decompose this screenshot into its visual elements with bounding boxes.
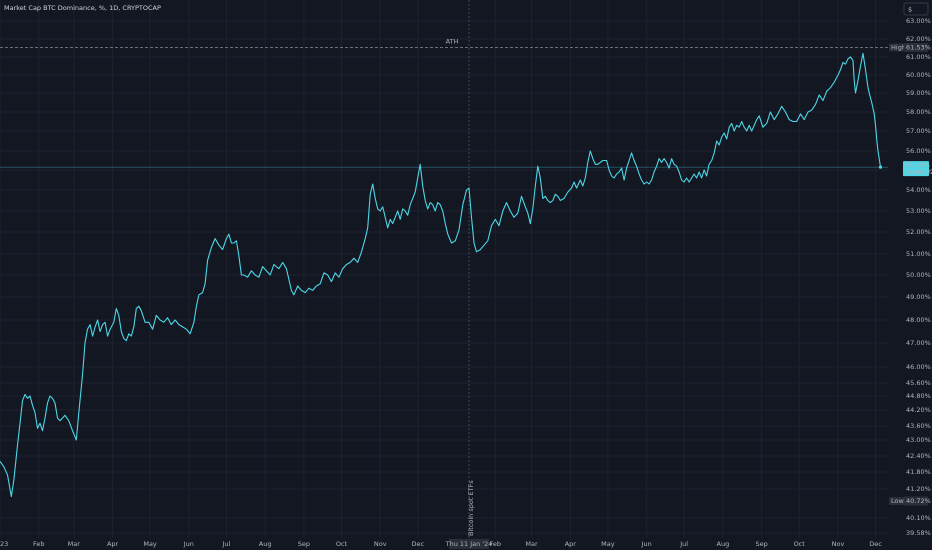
y-tick-label: 46.00%	[906, 363, 931, 371]
y-tick-label: 62.00%	[906, 35, 931, 43]
price-axis[interactable]: 63.00% 62.00% 61.00% 60.00% 59.00% 58.00% 57.0…	[906, 17, 931, 537]
crosshair-date-label: Thu 11 Jan '24	[445, 540, 493, 548]
y-tick-label: 53.00%	[906, 207, 931, 215]
y-tick-label: 43.00%	[906, 436, 931, 444]
x-tick-label: Dec	[411, 540, 424, 548]
y-tick-label: 50.00%	[906, 271, 931, 279]
low-label: Low	[891, 497, 904, 505]
y-tick-label: 45.60%	[906, 379, 931, 387]
y-tick-label: 43.60%	[906, 422, 931, 430]
x-tick-label: Mar	[68, 540, 81, 548]
y-tick-label: 40.10%	[906, 514, 931, 522]
low-value: 40.72%	[906, 497, 931, 505]
x-tick-label: Aug	[717, 540, 730, 548]
y-tick-label: 56.00%	[906, 147, 931, 155]
chart-title: Market Cap BTC Dominance, %, 1D, CRYPTOC…	[4, 4, 161, 12]
x-tick-label: Mar	[525, 540, 538, 548]
x-tick-label: Sep	[756, 540, 768, 548]
y-tick-label: 60.00%	[906, 71, 931, 79]
x-tick-label: 2023	[0, 540, 8, 548]
x-tick-label: May	[143, 540, 157, 548]
btc-dominance-chart[interactable]: 63.00% 62.00% 61.00% 60.00% 59.00% 58.00% 57.0…	[0, 0, 932, 550]
x-tick-label: Jun	[641, 540, 652, 548]
currency-label: $	[908, 6, 912, 14]
y-tick-label: 57.00%	[906, 127, 931, 135]
y-tick-label: 61.00%	[906, 53, 931, 61]
y-tick-label: 41.20%	[906, 485, 931, 493]
x-tick-label: Apr	[107, 540, 119, 548]
y-tick-label: 63.00%	[906, 17, 931, 25]
x-tick-label: Nov	[374, 540, 387, 548]
y-tick-label: 59.00%	[906, 89, 931, 97]
x-tick-label: Jun	[183, 540, 194, 548]
y-tick-label: 51.00%	[906, 250, 931, 258]
x-tick-label: Oct	[794, 540, 806, 548]
y-tick-label: 48.00%	[906, 316, 931, 324]
ath-label: ATH	[446, 37, 459, 45]
x-tick-label: Sep	[298, 540, 310, 548]
y-tick-label: 44.20%	[906, 406, 931, 414]
x-tick-label: Aug	[259, 540, 272, 548]
x-tick-label: Jul	[679, 540, 688, 548]
high-label: High	[891, 43, 906, 51]
y-tick-label: 54.00%	[906, 186, 931, 194]
y-tick-label: 47.00%	[906, 339, 931, 347]
y-tick-label: 41.80%	[906, 468, 931, 476]
high-value: 61.53%	[906, 43, 931, 51]
countdown: 16:45:32	[905, 168, 932, 176]
x-tick-label: May	[601, 540, 615, 548]
x-tick-label: Dec	[869, 540, 882, 548]
x-tick-label: Oct	[336, 540, 348, 548]
y-tick-label: 58.00%	[906, 108, 931, 116]
x-tick-label: Apr	[565, 540, 577, 548]
etf-annotation: Bitcoin spot ETFs	[467, 480, 475, 536]
y-tick-label: 39.58%	[906, 529, 931, 537]
y-tick-label: 44.80%	[906, 392, 931, 400]
x-tick-label: Jul	[221, 540, 230, 548]
x-tick-label: Nov	[832, 540, 845, 548]
x-tick-label: Feb	[33, 540, 45, 548]
y-tick-label: 42.40%	[906, 452, 931, 460]
y-tick-label: 49.00%	[906, 293, 931, 301]
y-tick-label: 52.00%	[906, 228, 931, 236]
